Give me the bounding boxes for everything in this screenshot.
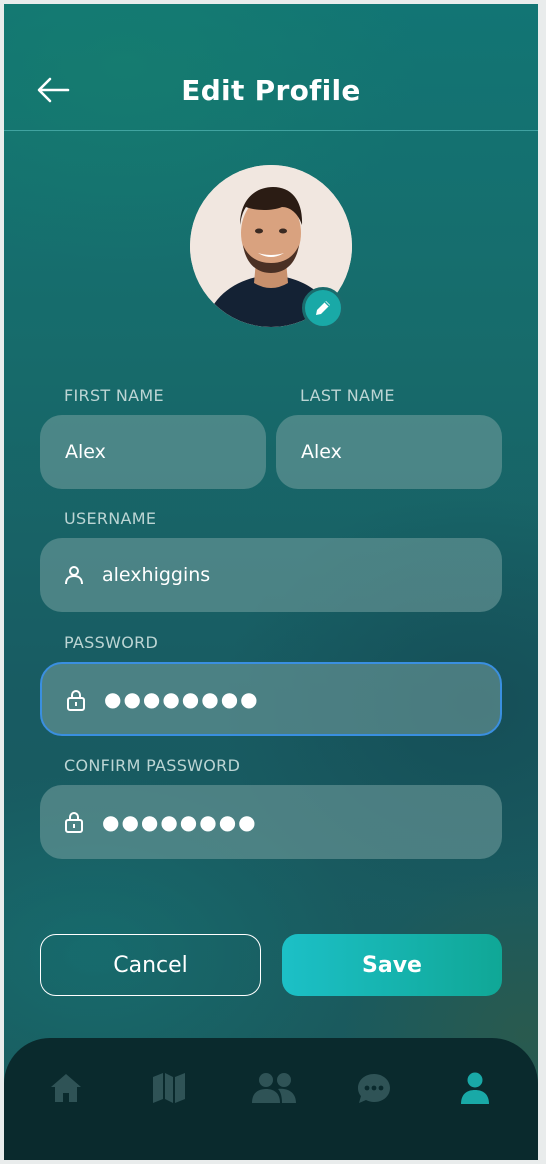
last-name-label: LAST NAME	[300, 386, 395, 405]
username-value: alexhiggins	[102, 564, 211, 586]
last-name-value: Alex	[301, 441, 342, 463]
cancel-button[interactable]: Cancel	[40, 934, 261, 996]
nav-item-map[interactable]	[149, 1068, 189, 1108]
users-icon	[252, 1073, 296, 1103]
nav-item-home[interactable]	[46, 1068, 86, 1108]
map-icon	[153, 1073, 185, 1103]
lock-icon	[65, 812, 83, 833]
password-value: ●●●●●●●●	[104, 687, 260, 711]
confirm-password-value: ●●●●●●●●	[102, 810, 258, 834]
bottom-nav	[4, 1038, 538, 1160]
password-field[interactable]: ●●●●●●●●	[40, 662, 502, 736]
last-name-field[interactable]: Alex	[276, 415, 502, 489]
home-icon	[51, 1074, 81, 1102]
username-label: USERNAME	[64, 509, 157, 528]
nav-item-profile[interactable]	[455, 1068, 495, 1108]
first-name-label: FIRST NAME	[64, 386, 164, 405]
first-name-field[interactable]: Alex	[40, 415, 266, 489]
page-title: Edit Profile	[181, 74, 361, 107]
nav-item-friends[interactable]	[249, 1068, 299, 1108]
app-screen: Edit Profile FIRST NAME Alex LAST NAME A…	[4, 4, 538, 1160]
confirm-password-field[interactable]: ●●●●●●●●	[40, 785, 502, 859]
chat-icon	[358, 1074, 390, 1103]
pencil-icon	[316, 301, 330, 315]
user-icon	[65, 566, 83, 585]
lock-icon	[67, 690, 85, 711]
save-button[interactable]: Save	[282, 934, 502, 996]
password-label: PASSWORD	[64, 633, 159, 652]
header: Edit Profile	[4, 4, 538, 131]
edit-avatar-button[interactable]	[302, 287, 344, 329]
first-name-value: Alex	[65, 441, 106, 463]
username-field[interactable]: alexhiggins	[40, 538, 502, 612]
nav-item-chat[interactable]	[354, 1068, 394, 1108]
profile-icon	[461, 1072, 489, 1104]
confirm-password-label: CONFIRM PASSWORD	[64, 756, 241, 775]
